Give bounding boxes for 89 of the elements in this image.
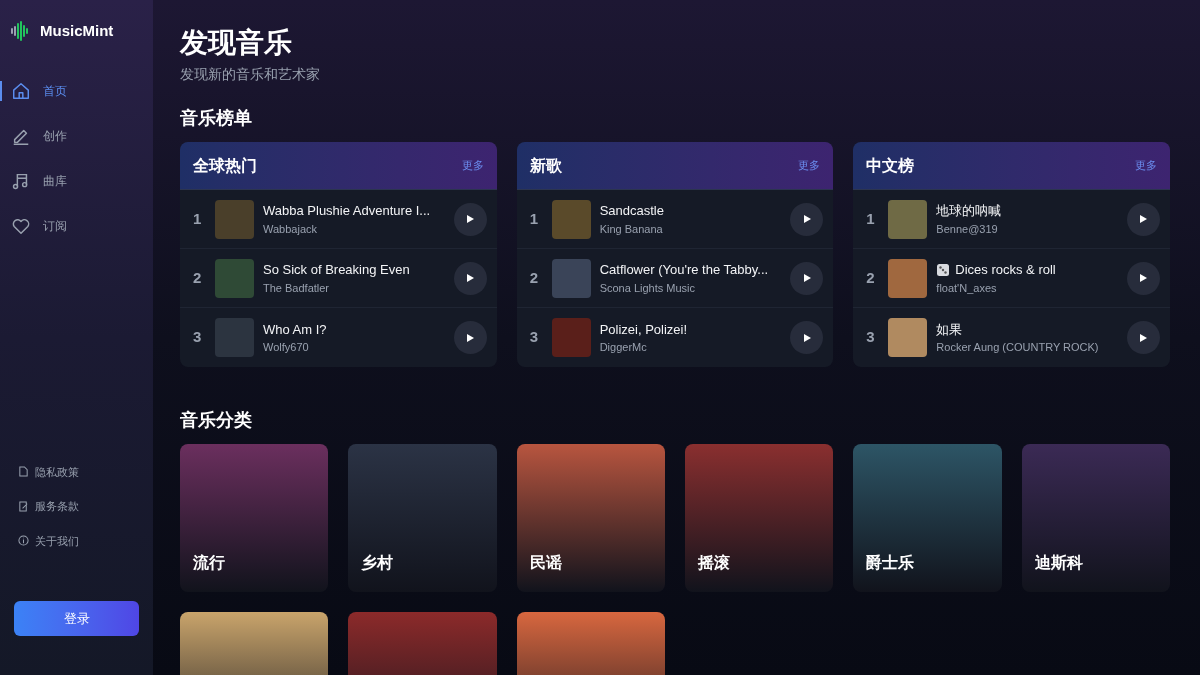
rank-number: 2 (866, 267, 876, 288)
play-button[interactable] (1127, 202, 1160, 236)
play-icon (801, 214, 812, 224)
track-title: Sandcastle (599, 202, 664, 220)
track-title: So Sick of Breaking Even (263, 261, 410, 279)
genre-label: 摇滚 (697, 553, 731, 573)
album-cover (888, 258, 928, 298)
footer-link[interactable]: 隐私政策 (18, 463, 153, 480)
play-icon (1138, 214, 1149, 224)
document-icon (18, 466, 29, 478)
album-cover (551, 318, 591, 357)
nav-item[interactable]: 首页 (0, 72, 153, 109)
section-title: 音乐分类 (180, 409, 253, 432)
album-cover (551, 258, 591, 298)
edit-document-icon (18, 500, 29, 512)
album-cover (215, 258, 254, 298)
artist-name: float'N_axes (936, 280, 998, 296)
track-title: Dices rocks & roll (955, 261, 1056, 279)
play-button[interactable] (1127, 321, 1160, 354)
login-button[interactable]: 登录 (14, 601, 139, 636)
rank-number: 1 (529, 208, 539, 229)
track-title: Who Am I? (263, 320, 327, 339)
album-cover (888, 199, 928, 239)
genre-label: 流行 (192, 553, 226, 573)
logo-text: MusicMint (40, 21, 114, 41)
play-button[interactable] (790, 261, 824, 295)
play-button[interactable] (453, 321, 487, 354)
rank-number: 1 (866, 208, 876, 229)
play-button[interactable] (453, 202, 487, 236)
track-title: Polizei, Polizei! (599, 320, 688, 339)
genre-label: 乡村 (360, 553, 395, 573)
artist-name: Rocker Aung (COUNTRY ROCK) (936, 340, 1100, 355)
rank-number: 1 (193, 208, 203, 229)
track-title: 如果 (936, 320, 963, 339)
rank-number: 3 (193, 327, 203, 348)
play-button[interactable] (790, 202, 824, 236)
rank-number: 2 (193, 267, 203, 288)
track-title: Wabba Plushie Adventure I... (263, 202, 431, 220)
genre-label: 爵士乐 (865, 553, 916, 573)
play-button[interactable] (790, 321, 824, 354)
info-icon (18, 535, 29, 547)
album-cover (215, 318, 254, 357)
play-icon (465, 332, 476, 343)
page-subtitle: 发现新的音乐和艺术家 (180, 65, 321, 84)
play-icon (801, 273, 812, 283)
rank-number: 3 (866, 327, 876, 348)
play-icon (465, 214, 476, 224)
play-button[interactable] (453, 261, 487, 295)
page-title: 发现音乐 (180, 26, 293, 60)
rank-number: 3 (529, 327, 539, 348)
genre-card[interactable]: 爵士乐 (853, 444, 1002, 592)
genre-card[interactable]: 摇滚 (685, 444, 834, 592)
artist-name: Wolfy670 (263, 340, 310, 355)
artist-name: The Badfatler (263, 280, 331, 296)
track-title: Catflower (You're the Tabby... (599, 261, 769, 279)
chart-title: 全球热门 (193, 155, 257, 176)
album-cover (888, 318, 928, 357)
chart-title: 中文榜 (866, 155, 915, 176)
play-icon (801, 332, 812, 343)
home-icon (11, 80, 31, 101)
play-icon (465, 273, 476, 283)
chart-title: 新歌 (529, 155, 562, 176)
album-cover (551, 199, 591, 239)
genre-card[interactable]: 流行 (180, 444, 329, 592)
section-title: 音乐榜单 (180, 107, 253, 130)
play-icon (1138, 332, 1149, 343)
footer-link[interactable]: 服务条款 (18, 498, 153, 515)
play-icon (1138, 273, 1149, 283)
artist-name: DiggerMc (599, 340, 648, 355)
genre-label: 民谣 (528, 553, 563, 573)
play-button[interactable] (1127, 261, 1160, 295)
footer-link[interactable]: 关于我们 (18, 532, 153, 549)
genre-label: 迪斯科 (1033, 553, 1084, 573)
artist-name: Scona Lights Music (599, 280, 697, 296)
artist-name: Benne@319 (936, 221, 999, 237)
genre-card[interactable]: 民谣 (516, 444, 665, 592)
rank-number: 2 (529, 267, 539, 288)
more-link[interactable]: 更多 (1135, 157, 1157, 174)
track-title: 地球的呐喊 (936, 202, 1002, 220)
nav-item[interactable]: 曲库 (0, 162, 153, 199)
more-link[interactable]: 更多 (461, 157, 484, 174)
nav-item[interactable]: 创作 (0, 117, 153, 154)
genre-card[interactable]: 迪斯科 (1021, 444, 1170, 592)
genre-card[interactable]: 乡村 (348, 444, 497, 592)
artist-name: Wabbajack (263, 221, 318, 237)
more-link[interactable]: 更多 (798, 157, 821, 174)
artist-name: King Banana (599, 221, 664, 237)
album-cover (215, 199, 254, 239)
nav-item[interactable]: 订阅 (0, 207, 153, 244)
